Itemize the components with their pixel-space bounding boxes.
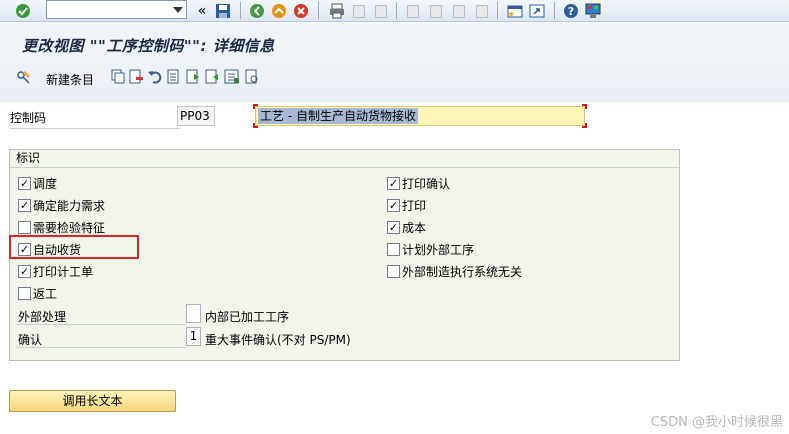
double-chevron-left-icon[interactable]: « [193, 2, 211, 20]
command-field[interactable] [46, 0, 187, 19]
checkbox[interactable] [387, 242, 400, 256]
checkbox-label: 打印计工单 [33, 264, 94, 279]
checkbox[interactable]: ✓ [18, 264, 31, 278]
checkbox-label: 需要检验特征 [33, 220, 106, 235]
checkbox-row-capacity[interactable]: ✓ 确定能力需求 [18, 197, 105, 213]
external-processing-label: 外部处理 [18, 310, 67, 324]
shortcut-icon[interactable] [528, 2, 546, 20]
system-toolbar: « ? [0, 0, 789, 22]
prev-page-icon[interactable] [427, 2, 445, 20]
group-title: 标识 [10, 150, 679, 168]
focus-corner [253, 104, 258, 109]
checkbox[interactable] [387, 264, 400, 278]
confirmation-field[interactable]: 1 [186, 327, 201, 346]
first-page-icon[interactable] [404, 2, 422, 20]
checkbox-row-print-confirmation[interactable]: ✓ 打印确认 [387, 175, 450, 191]
focus-corner [582, 104, 587, 109]
long-text-button[interactable]: 调用长文本 [9, 390, 176, 412]
checkbox-row-costing[interactable]: ✓ 成本 [387, 219, 426, 235]
enter-icon[interactable] [14, 2, 32, 20]
select-all-icon[interactable] [166, 69, 182, 85]
checkbox-label: 外部制造执行系统无关 [402, 264, 523, 279]
checkbox-label: 打印 [402, 198, 427, 213]
checkbox-row-mes-irrelevant[interactable]: 外部制造执行系统无关 [387, 263, 522, 279]
title-area: 更改视图 ""工序控制码"": 详细信息 新建条目 [0, 22, 789, 102]
cancel-icon[interactable] [292, 2, 310, 20]
focus-corner [253, 123, 258, 128]
checkbox-label: 调度 [33, 176, 58, 191]
highlight-annotation [9, 235, 139, 259]
checkbox-row-sched-external[interactable]: 计划外部工序 [387, 241, 474, 257]
previous-entry-icon[interactable] [185, 69, 201, 85]
help-icon[interactable]: ? [562, 2, 580, 20]
control-code-field[interactable]: PP03 [177, 106, 215, 126]
save-icon[interactable] [214, 2, 232, 20]
detail-content: 控制码 PP03 工艺 - 自制生产自动货物接收 标识 ✓ 调度 ✓ 确定能力需… [0, 102, 789, 434]
last-page-icon[interactable] [473, 2, 491, 20]
checkbox-row-print-time-ticket[interactable]: ✓ 打印计工单 [18, 263, 93, 279]
find-icon[interactable] [350, 2, 368, 20]
row-divider [16, 347, 186, 348]
next-entry-icon[interactable] [204, 69, 220, 85]
new-entries-button[interactable]: 新建条目 [46, 71, 94, 88]
delete-icon[interactable] [128, 69, 144, 85]
documentation-icon[interactable] [244, 69, 260, 85]
find-next-icon[interactable] [372, 2, 390, 20]
checkbox[interactable] [18, 220, 31, 234]
watermark: CSDN @我小时候很黑 [650, 415, 783, 430]
checkbox-label: 确定能力需求 [33, 198, 106, 213]
control-code-label: 控制码 [10, 109, 180, 129]
control-code-description: 工艺 - 自制生产自动货物接收 [258, 108, 418, 124]
checkbox[interactable]: ✓ [18, 198, 31, 212]
checkbox[interactable]: ✓ [387, 220, 400, 234]
checkbox[interactable]: ✓ [18, 176, 31, 190]
checkbox-label: 返工 [33, 286, 58, 301]
external-processing-field[interactable] [186, 304, 201, 323]
layout-menu-icon[interactable] [584, 2, 602, 20]
checkbox[interactable]: ✓ [387, 198, 400, 212]
focus-corner [582, 123, 587, 128]
checkbox-row-scheduling[interactable]: ✓ 调度 [18, 175, 57, 191]
print-icon[interactable] [328, 2, 346, 20]
select-block-icon[interactable] [224, 69, 240, 85]
page-title: 更改视图 ""工序控制码"": 详细信息 [22, 37, 275, 55]
checkbox-row-inspection[interactable]: 需要检验特征 [18, 219, 105, 235]
checkbox-row-print[interactable]: ✓ 打印 [387, 197, 426, 213]
new-session-icon[interactable] [506, 2, 524, 20]
checkbox-label: 打印确认 [402, 176, 451, 191]
chevron-down-icon[interactable] [173, 7, 183, 13]
next-page-icon[interactable] [450, 2, 468, 20]
copy-icon[interactable] [110, 69, 126, 85]
checkbox[interactable] [18, 286, 31, 300]
external-processing-text: 内部已加工工序 [205, 310, 290, 324]
confirmation-label: 确认 [18, 333, 43, 347]
undo-icon[interactable] [147, 69, 163, 85]
checkbox-label: 计划外部工序 [402, 242, 475, 257]
checkbox-row-rework[interactable]: 返工 [18, 285, 57, 301]
control-code-description-field[interactable]: 工艺 - 自制生产自动货物接收 [255, 106, 585, 126]
back-green-icon[interactable] [248, 2, 266, 20]
confirmation-text: 重大事件确认(不对 PS/PM) [205, 333, 351, 347]
svg-text:?: ? [568, 5, 574, 18]
exit-icon[interactable] [270, 2, 288, 20]
checkbox-label: 成本 [402, 220, 427, 235]
display-change-icon[interactable] [16, 69, 32, 85]
checkbox[interactable]: ✓ [387, 176, 400, 190]
row-divider [16, 324, 186, 325]
